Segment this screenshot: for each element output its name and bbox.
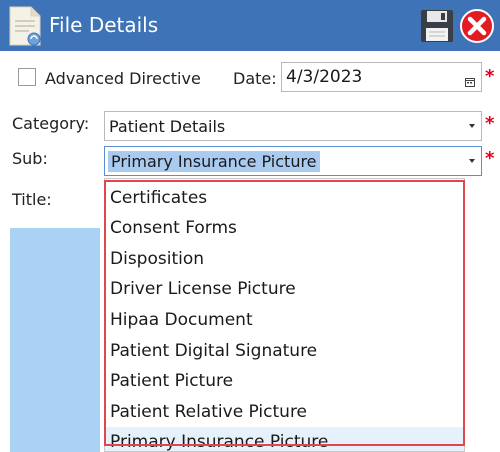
date-required-marker: * (485, 66, 495, 87)
document-icon (7, 5, 43, 47)
category-required-marker: * (485, 113, 495, 134)
sub-dropdown-list: Certificates Consent Forms Disposition D… (104, 178, 465, 452)
calendar-icon[interactable] (465, 72, 475, 87)
close-icon (460, 9, 494, 43)
date-label: Date: (233, 69, 277, 88)
sub-select[interactable]: Primary Insurance Picture (104, 146, 482, 176)
dropdown-option[interactable]: Consent Forms (105, 213, 464, 243)
dropdown-option[interactable]: Patient Relative Picture (105, 397, 464, 427)
window-title: File Details (49, 13, 159, 37)
sub-required-marker: * (485, 148, 495, 169)
advanced-directive-label: Advanced Directive (45, 69, 201, 88)
date-value: 4/3/2023 (286, 67, 363, 87)
category-select[interactable]: Patient Details (104, 111, 482, 141)
sub-label: Sub: (12, 149, 48, 168)
date-field[interactable]: 4/3/2023 (281, 62, 482, 92)
dropdown-option[interactable]: Certificates (105, 183, 464, 213)
category-label: Category: (12, 114, 90, 133)
dropdown-option[interactable]: Patient Picture (105, 366, 464, 396)
file-details-window: File Details Advanced Directive Date: 4/… (0, 0, 500, 452)
save-button[interactable] (419, 8, 455, 44)
title-bar: File Details (0, 0, 500, 51)
dropdown-option[interactable]: Disposition (105, 244, 464, 274)
dropdown-option[interactable]: Hipaa Document (105, 305, 464, 335)
chevron-down-icon (469, 159, 475, 163)
dropdown-option[interactable]: Driver License Picture (105, 274, 464, 304)
title-label: Title: (12, 190, 52, 209)
chevron-down-icon (469, 124, 475, 128)
sub-value: Primary Insurance Picture (108, 150, 320, 172)
attachment-preview-area[interactable] (10, 228, 100, 452)
dropdown-option-selected[interactable]: Primary Insurance Picture (105, 427, 464, 451)
advanced-directive-checkbox[interactable] (18, 68, 36, 86)
floppy-disk-icon (421, 10, 453, 42)
dropdown-option[interactable]: Patient Digital Signature (105, 336, 464, 366)
category-value: Patient Details (109, 116, 226, 136)
close-button[interactable] (459, 8, 495, 44)
